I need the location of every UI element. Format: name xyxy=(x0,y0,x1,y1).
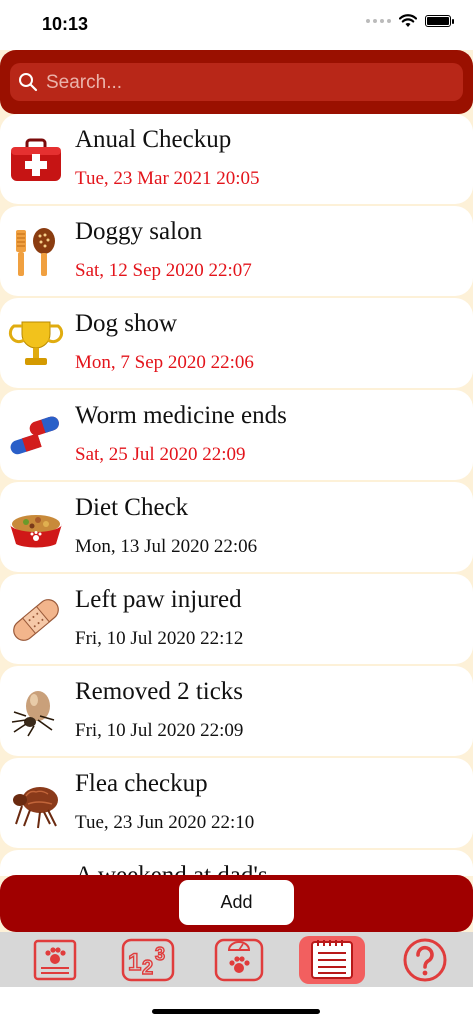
pills-icon xyxy=(10,416,59,455)
event-list: Anual Checkup Tue, 23 Mar 2021 20:05 Dog… xyxy=(0,114,473,876)
search-icon xyxy=(19,73,38,92)
tab-weight[interactable] xyxy=(206,936,272,984)
status-time: 10:13 xyxy=(42,14,89,34)
event-date: Fri, 10 Jul 2020 22:12 xyxy=(75,628,244,649)
event-date: Sat, 25 Jul 2020 22:09 xyxy=(75,444,246,465)
add-bar: Add xyxy=(0,875,473,932)
tab-pet-profile[interactable] xyxy=(22,936,88,984)
event-date: Mon, 7 Sep 2020 22:06 xyxy=(75,352,254,373)
event-date: Mon, 13 Jul 2020 22:06 xyxy=(75,536,258,557)
tick-insect-icon xyxy=(11,691,55,737)
event-title: Doggy salon xyxy=(75,218,203,245)
list-item[interactable]: Anual Checkup Tue, 23 Mar 2021 20:05 xyxy=(0,114,473,204)
flea-icon xyxy=(13,787,58,829)
food-bowl-icon xyxy=(10,515,62,548)
tab-events[interactable] xyxy=(299,936,365,984)
event-title: Anual Checkup xyxy=(75,126,232,153)
event-date: Tue, 23 Mar 2021 20:05 xyxy=(75,168,260,189)
list-item[interactable]: Doggy salon Sat, 12 Sep 2020 22:07 xyxy=(0,206,473,296)
scale-weight-icon xyxy=(214,938,264,982)
event-title: Flea checkup xyxy=(75,770,208,797)
battery-icon xyxy=(425,15,454,27)
home-indicator[interactable] xyxy=(152,1009,320,1014)
add-button[interactable]: Add xyxy=(179,880,294,925)
search-input[interactable] xyxy=(44,63,448,103)
tab-help[interactable] xyxy=(392,936,458,984)
event-title: Left paw injured xyxy=(75,586,242,613)
signal-icon xyxy=(366,19,391,23)
list-item[interactable]: Left paw injured Fri, 10 Jul 2020 22:12 xyxy=(0,574,473,664)
search-header xyxy=(0,50,473,114)
search-box[interactable] xyxy=(10,63,463,103)
wifi-icon xyxy=(399,14,417,27)
event-date: Fri, 10 Jul 2020 22:09 xyxy=(75,720,244,741)
list-item[interactable]: Dog show Mon, 7 Sep 2020 22:06 xyxy=(0,298,473,388)
pet-profile-icon xyxy=(33,939,77,981)
list-item[interactable]: Removed 2 ticks Fri, 10 Jul 2020 22:09 xyxy=(0,666,473,756)
medical-kit-icon xyxy=(11,138,61,181)
event-date: Sat, 12 Sep 2020 22:07 xyxy=(75,260,252,281)
svg-text:2: 2 xyxy=(142,957,153,979)
status-bar: 10:13 xyxy=(0,0,473,50)
bandage-icon xyxy=(13,599,59,641)
event-date: Tue, 23 Jun 2020 22:10 xyxy=(75,812,255,833)
list-item[interactable]: Diet Check Mon, 13 Jul 2020 22:06 xyxy=(0,482,473,572)
tab-numbers[interactable]: 1 2 3 xyxy=(115,936,181,984)
notepad-events-icon xyxy=(311,940,353,979)
svg-text:1: 1 xyxy=(128,949,141,976)
tab-bar: 1 2 3 xyxy=(0,932,473,987)
list-item[interactable]: A weekend at dad's xyxy=(0,850,473,876)
event-title: Dog show xyxy=(75,310,178,337)
event-title: Worm medicine ends xyxy=(75,402,287,429)
comb-brush-icon xyxy=(16,228,55,276)
event-title: A weekend at dad's xyxy=(75,862,268,876)
list-item[interactable]: Flea checkup Tue, 23 Jun 2020 22:10 xyxy=(0,758,473,848)
svg-text:3: 3 xyxy=(155,944,165,964)
numbers-icon: 1 2 3 xyxy=(121,938,175,982)
status-icons xyxy=(366,14,454,28)
trophy-icon xyxy=(8,321,64,365)
list-item[interactable]: Worm medicine ends Sat, 25 Jul 2020 22:0… xyxy=(0,390,473,480)
event-title: Diet Check xyxy=(75,494,189,521)
home-area xyxy=(0,987,473,1024)
help-icon xyxy=(403,938,447,982)
event-title: Removed 2 ticks xyxy=(75,678,244,705)
